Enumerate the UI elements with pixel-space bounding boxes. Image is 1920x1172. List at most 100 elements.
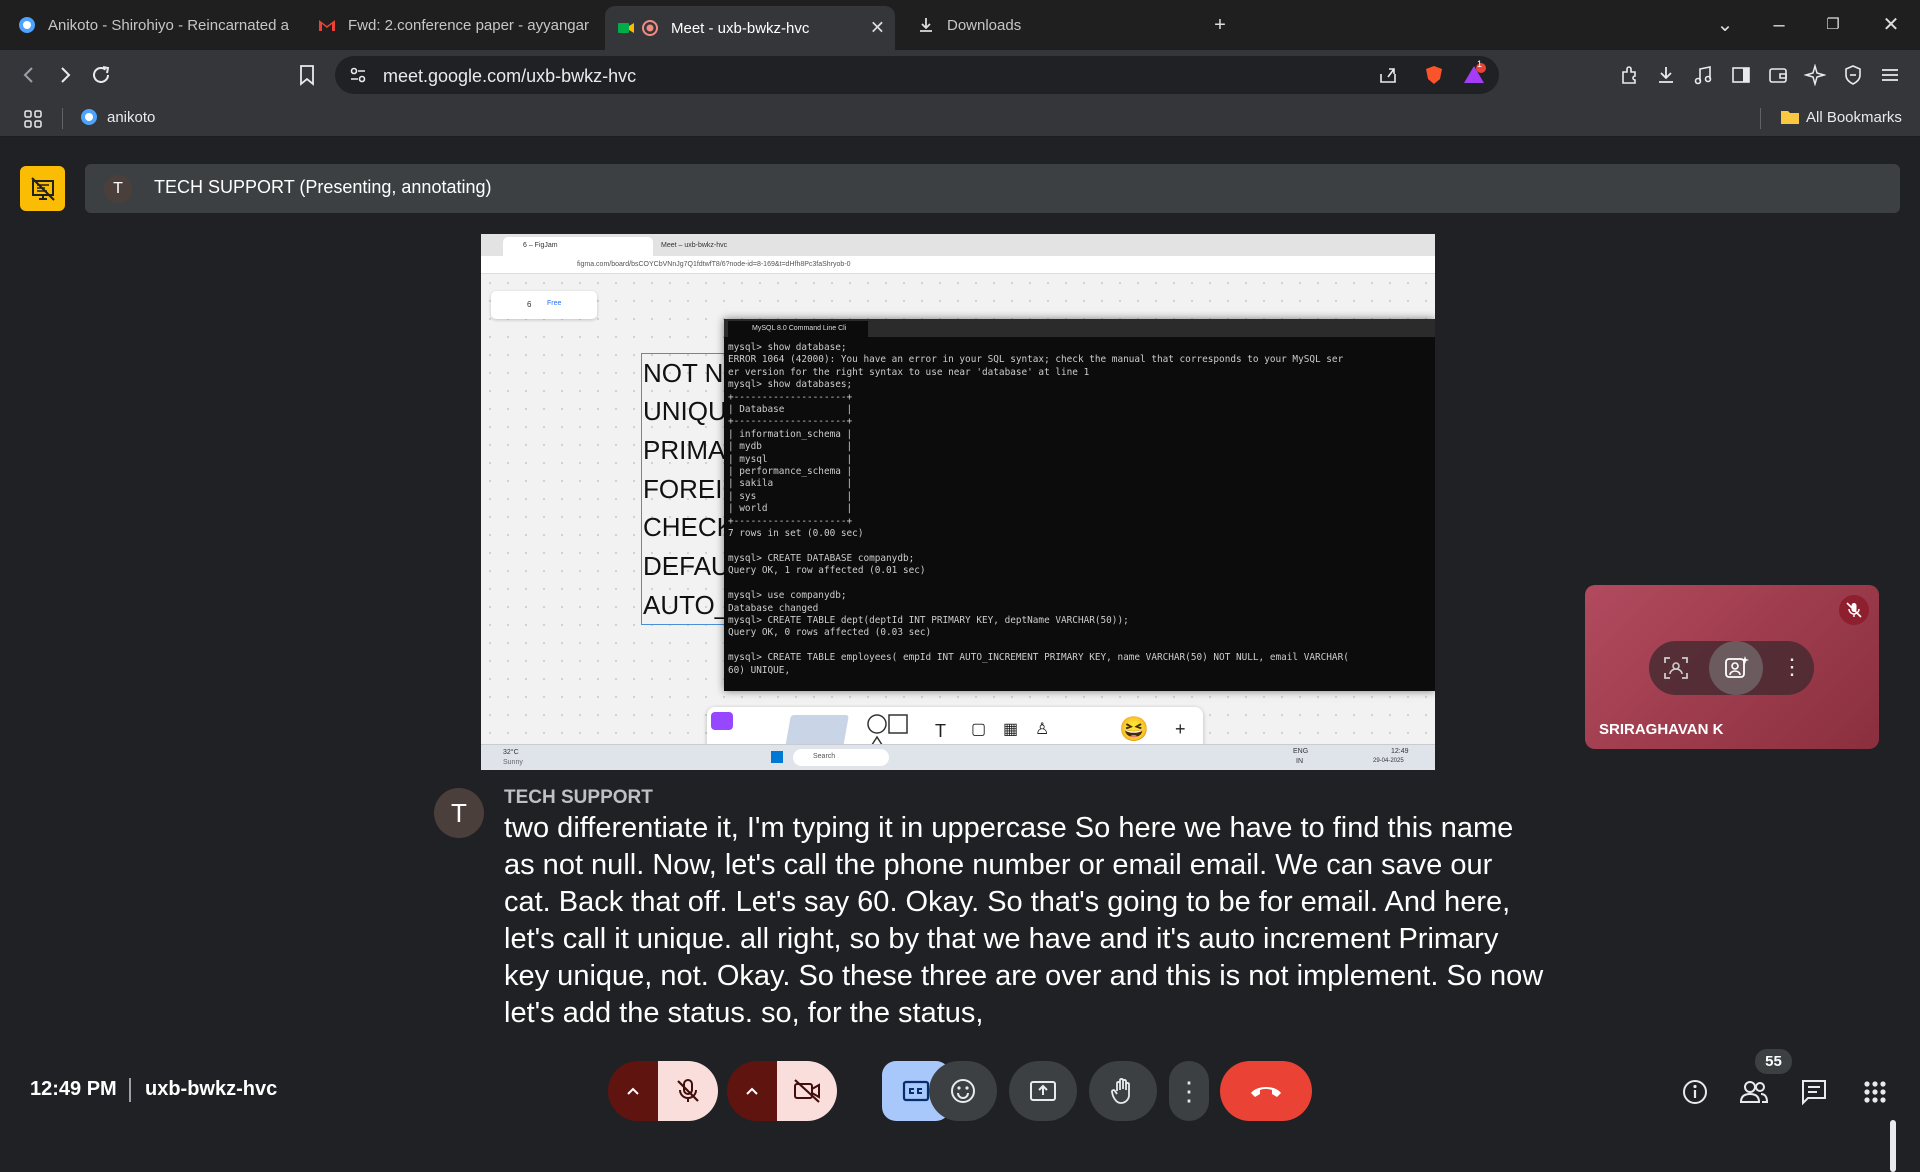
bookmark-anikoto[interactable]: anikoto xyxy=(80,108,155,126)
tab-gmail[interactable]: Fwd: 2.conference paper - ayyangar xyxy=(306,8,596,42)
figjam-header: 6 Free xyxy=(491,291,597,319)
extensions-icon[interactable] xyxy=(1616,62,1642,88)
leave-call-button[interactable] xyxy=(1220,1061,1312,1121)
tab-meet[interactable]: Meet - uxb-bwkz-hvc ✕ xyxy=(605,6,895,50)
apps-grid-icon[interactable] xyxy=(20,106,46,132)
leo-ai-icon[interactable] xyxy=(1802,62,1828,88)
downloads-icon[interactable] xyxy=(1653,62,1679,88)
terminal-line: ERROR 1064 (42000): You have an error in… xyxy=(728,354,1344,366)
divider xyxy=(1760,108,1761,129)
close-tab-icon[interactable]: ✕ xyxy=(870,18,885,39)
vpn-shield-icon[interactable] xyxy=(1840,62,1866,88)
meeting-time: 12:49 PM xyxy=(30,1078,117,1100)
back-icon[interactable] xyxy=(16,62,42,88)
raise-hand-icon xyxy=(1111,1078,1130,1104)
site-info-icon[interactable] xyxy=(345,62,371,88)
camera-button[interactable] xyxy=(777,1061,837,1121)
forward-icon[interactable] xyxy=(52,62,78,88)
share-icon[interactable] xyxy=(1375,62,1401,88)
address-bar[interactable]: meet.google.com/uxb-bwkz-hvc 1 xyxy=(335,56,1499,94)
camera-off-icon xyxy=(794,1079,820,1103)
stamp-tool-icon: ♙ xyxy=(1035,721,1050,738)
microphone-button[interactable] xyxy=(658,1061,718,1121)
framing-icon[interactable] xyxy=(1663,656,1689,680)
visual-effects-icon[interactable] xyxy=(1723,655,1749,681)
terminal-title-bar: MySQL 8.0 Command Line Cli xyxy=(724,319,1435,337)
tray-lang: ENG xyxy=(1293,748,1309,755)
terminal-line: Query OK, 0 rows affected (0.03 sec) xyxy=(728,627,932,639)
close-window-button[interactable]: ✕ xyxy=(1876,10,1906,40)
terminal-line: | performance_schema | xyxy=(728,466,853,478)
terminal-line: Query OK, 1 row affected (0.01 sec) xyxy=(728,565,926,577)
self-view-tile[interactable]: ⋮ SRIRAGHAVAN K xyxy=(1585,585,1879,749)
google-meet-icon xyxy=(618,23,634,33)
present-screen-icon xyxy=(1030,1081,1056,1101)
more-vert-icon: ⋮ xyxy=(1176,1076,1202,1106)
new-tab-button[interactable]: + xyxy=(1205,10,1235,40)
terminal-line: +--------------------+ xyxy=(728,416,853,428)
terminal-line: mysql> show databases; xyxy=(728,379,853,391)
chat-icon[interactable] xyxy=(1797,1075,1831,1109)
tile-controls: ⋮ xyxy=(1649,641,1814,695)
meeting-details-icon[interactable] xyxy=(1678,1075,1712,1109)
brave-rewards-icon[interactable] xyxy=(1461,61,1487,87)
emoji-icon xyxy=(951,1079,975,1103)
stop-presenting-icon xyxy=(30,176,55,201)
tab-label: Fwd: 2.conference paper - ayyangar xyxy=(348,16,589,34)
tab-search-chevron-icon[interactable]: ⌄ xyxy=(1710,10,1740,40)
terminal-line: 7 rows in set (0.00 sec) xyxy=(728,528,864,540)
tray-time: 12:49 xyxy=(1391,748,1409,755)
tab-anikoto[interactable]: Anikoto - Shirohiyo - Reincarnated a xyxy=(6,8,316,42)
meeting-code: uxb-bwkz-hvc xyxy=(145,1078,278,1100)
menu-icon[interactable] xyxy=(1877,62,1903,88)
activities-grid-icon[interactable] xyxy=(1858,1075,1892,1109)
terminal-line: | sys | xyxy=(728,490,853,502)
section-tool-icon: ▢ xyxy=(971,721,987,738)
reactions-button[interactable] xyxy=(929,1061,997,1121)
tray-lang-region: IN xyxy=(1296,758,1303,765)
terminal-line: | mydb | xyxy=(728,441,853,453)
shared-screen: 6 – FigJam Meet – uxb-bwkz-hvc figma.com… xyxy=(481,234,1435,770)
bookmark-icon[interactable] xyxy=(294,62,320,88)
all-bookmarks-label: All Bookmarks xyxy=(1806,108,1902,126)
weather-desc: Sunny xyxy=(503,759,523,766)
terminal-line: +--------------------+ xyxy=(728,515,853,527)
figjam-text: DEFAU xyxy=(643,551,730,581)
brave-shields-icon[interactable] xyxy=(1421,62,1447,88)
raise-hand-button[interactable] xyxy=(1089,1061,1157,1121)
tray-date: 29-04-2025 xyxy=(1373,758,1404,764)
participant-count-badge: 55 xyxy=(1755,1049,1792,1074)
divider xyxy=(62,108,63,129)
more-tools-icon: + xyxy=(1175,719,1186,739)
shared-tab-label: Meet – uxb-bwkz-hvc xyxy=(661,242,728,249)
restore-button[interactable]: ❐ xyxy=(1818,10,1848,40)
shared-url: figma.com/board/bsCOYCbVNnJg7Q1fdtwfT8/6… xyxy=(577,261,851,268)
tile-more-options-icon[interactable]: ⋮ xyxy=(1781,654,1803,680)
figjam-zoom: 6 xyxy=(527,300,532,309)
shared-tab-label: 6 – FigJam xyxy=(523,242,558,249)
terminal-line: | information_schema | xyxy=(728,428,853,440)
end-call-icon xyxy=(1251,1087,1281,1097)
sidebar-icon[interactable] xyxy=(1728,62,1754,88)
tab-label: Anikoto - Shirohiyo - Reincarnated a xyxy=(48,16,289,34)
present-button[interactable] xyxy=(1009,1061,1077,1121)
wallet-icon[interactable] xyxy=(1765,62,1791,88)
mic-muted-icon xyxy=(1839,595,1869,625)
reload-icon[interactable] xyxy=(88,62,114,88)
minimize-button[interactable]: – xyxy=(1764,10,1794,40)
presentation-badge[interactable] xyxy=(20,166,65,211)
shared-address-bar: figma.com/board/bsCOYCbVNnJg7Q1fdtwfT8/6… xyxy=(481,256,1435,274)
select-tool-icon xyxy=(711,712,733,730)
caption-scrollbar[interactable] xyxy=(1890,1120,1896,1172)
tab-downloads[interactable]: Downloads xyxy=(905,8,1105,42)
all-bookmarks-button[interactable]: All Bookmarks xyxy=(1780,108,1902,126)
chevron-up-icon xyxy=(627,1087,639,1095)
caption-speaker-avatar: T xyxy=(434,788,484,838)
terminal-line: mysql> show database; xyxy=(728,342,847,353)
more-options-button[interactable]: ⋮ xyxy=(1169,1061,1209,1121)
people-icon[interactable] xyxy=(1737,1075,1771,1109)
media-controls-icon[interactable] xyxy=(1690,62,1716,88)
meet-main: T TECH SUPPORT (Presenting, annotating) … xyxy=(0,137,1920,1172)
